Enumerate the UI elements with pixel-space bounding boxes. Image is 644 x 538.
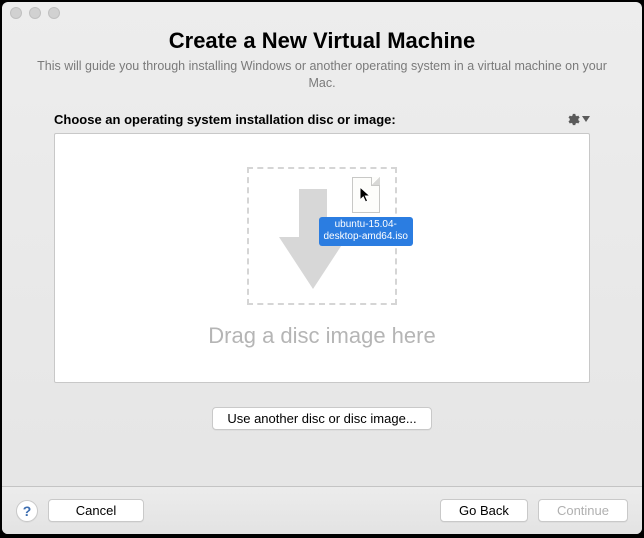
section-header-row: Choose an operating system installation … bbox=[54, 112, 590, 127]
drop-zone[interactable]: ubuntu-15.04- desktop-amd64.iso Drag a d… bbox=[54, 133, 590, 383]
page-title: Create a New Virtual Machine bbox=[22, 28, 622, 54]
gear-icon bbox=[565, 112, 580, 127]
window: Create a New Virtual Machine This will g… bbox=[2, 2, 642, 534]
page-subtitle: This will guide you through installing W… bbox=[22, 58, 622, 92]
content: Choose an operating system installation … bbox=[2, 102, 642, 486]
close-icon[interactable] bbox=[10, 7, 22, 19]
minimize-icon[interactable] bbox=[29, 7, 41, 19]
cancel-button[interactable]: Cancel bbox=[48, 499, 144, 522]
options-menu-button[interactable] bbox=[565, 112, 590, 127]
section-label: Choose an operating system installation … bbox=[54, 112, 396, 127]
help-button[interactable]: ? bbox=[16, 500, 38, 522]
use-another-button[interactable]: Use another disc or disc image... bbox=[212, 407, 431, 430]
titlebar bbox=[2, 2, 642, 24]
drop-placeholder-text: Drag a disc image here bbox=[208, 323, 435, 349]
help-icon: ? bbox=[23, 503, 32, 519]
chevron-down-icon bbox=[582, 116, 590, 122]
cursor-icon bbox=[359, 186, 373, 204]
continue-button[interactable]: Continue bbox=[538, 499, 628, 522]
drop-target-outline: ubuntu-15.04- desktop-amd64.iso bbox=[247, 167, 397, 305]
footer: ? Cancel Go Back Continue bbox=[2, 486, 642, 534]
go-back-button[interactable]: Go Back bbox=[440, 499, 528, 522]
file-icon bbox=[352, 177, 380, 213]
file-label: ubuntu-15.04- desktop-amd64.iso bbox=[319, 217, 414, 246]
zoom-icon[interactable] bbox=[48, 7, 60, 19]
selected-file[interactable]: ubuntu-15.04- desktop-amd64.iso bbox=[319, 177, 414, 246]
use-another-row: Use another disc or disc image... bbox=[54, 407, 590, 430]
header: Create a New Virtual Machine This will g… bbox=[2, 24, 642, 102]
